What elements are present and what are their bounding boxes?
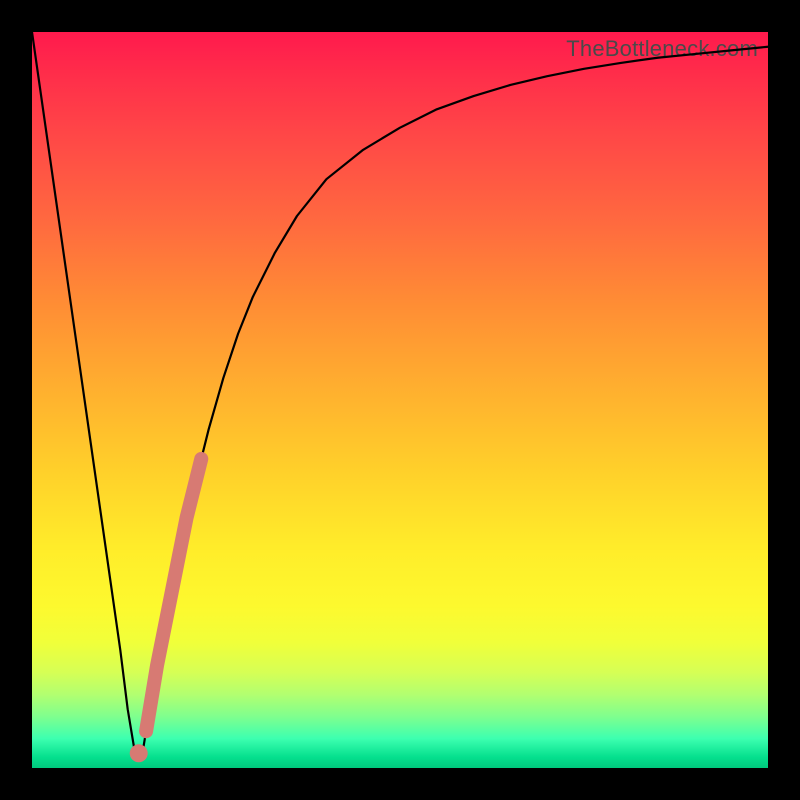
curve-layer [32, 32, 768, 768]
bottleneck-curve-path [32, 32, 768, 753]
chart-frame: TheBottleneck.com [0, 0, 800, 800]
vertex-dot [130, 744, 148, 762]
highlight-segment-path [146, 459, 201, 731]
plot-area: TheBottleneck.com [32, 32, 768, 768]
